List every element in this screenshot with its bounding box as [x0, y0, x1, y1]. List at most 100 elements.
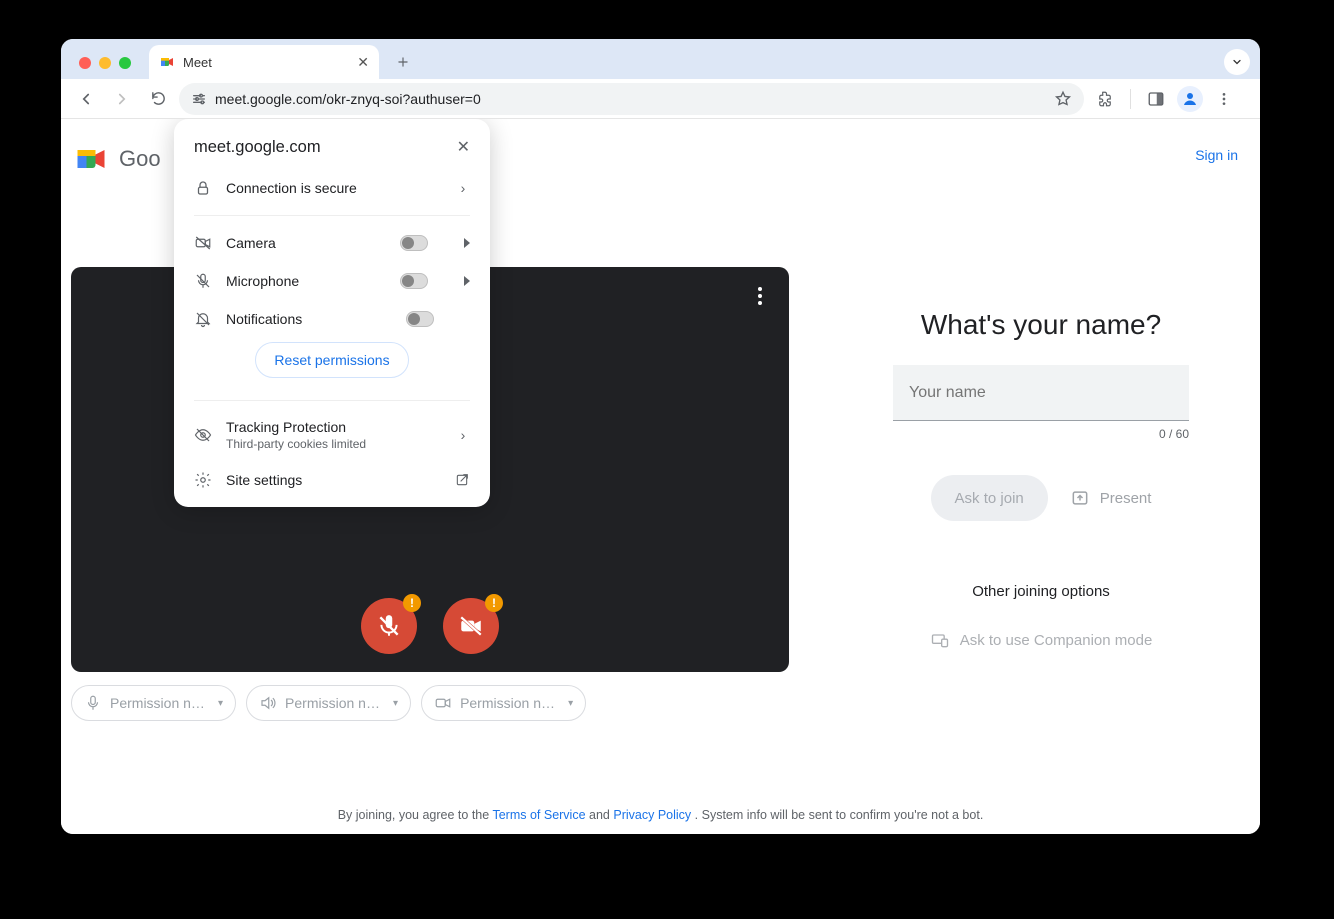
warning-badge-icon: !: [403, 594, 421, 612]
privacy-link[interactable]: Privacy Policy: [613, 808, 691, 822]
video-more-button[interactable]: [745, 281, 775, 311]
camera-label: Camera: [226, 235, 386, 251]
join-panel: What's your name? 0 / 60 Ask to join Pre…: [846, 309, 1236, 650]
chevron-down-icon: ▾: [218, 698, 223, 709]
connection-secure-row[interactable]: Connection is secure ›: [174, 169, 490, 207]
join-buttons: Ask to join Present: [931, 475, 1152, 521]
close-window-button[interactable]: [79, 57, 91, 69]
chip-label: Permission ne…: [110, 695, 210, 711]
permission-chips: Permission ne… ▾ Permission ne… ▾ Permis…: [71, 685, 586, 721]
chevron-down-icon: ▾: [393, 698, 398, 709]
meet-logo-icon: [73, 141, 109, 177]
site-info-icon[interactable]: [191, 91, 207, 107]
footer-text: By joining, you agree to the Terms of Se…: [61, 808, 1260, 822]
minimize-window-button[interactable]: [99, 57, 111, 69]
popover-host: meet.google.com: [194, 138, 321, 157]
chevron-right-icon: ›: [456, 427, 470, 443]
camera-off-icon: [194, 234, 212, 252]
mic-off-icon: [194, 272, 212, 290]
page-content: Goo Sign in ! ! Permission ne… ▾: [61, 119, 1260, 834]
mic-toggle-button[interactable]: !: [361, 598, 417, 654]
eye-off-icon: [194, 426, 212, 444]
name-input[interactable]: [893, 365, 1189, 421]
mic-off-icon: [376, 613, 402, 639]
bell-off-icon: [194, 310, 212, 328]
chip-label: Permission ne…: [285, 695, 385, 711]
chrome-menu-button[interactable]: [1209, 84, 1239, 114]
companion-mode-button[interactable]: Ask to use Companion mode: [930, 630, 1153, 650]
name-char-count: 0 / 60: [893, 427, 1189, 441]
mic-icon: [84, 694, 102, 712]
sign-in-link[interactable]: Sign in: [1195, 147, 1238, 163]
camera-icon: [434, 694, 452, 712]
popover-close-button[interactable]: ✕: [457, 137, 470, 157]
window-controls: [73, 57, 139, 79]
notifications-label: Notifications: [226, 311, 392, 327]
tos-link[interactable]: Terms of Service: [492, 808, 585, 822]
reload-button[interactable]: [143, 84, 173, 114]
divider: [194, 400, 470, 401]
mic-perm-row: Microphone: [174, 262, 490, 300]
ask-to-join-button[interactable]: Ask to join: [931, 475, 1048, 521]
camera-toggle[interactable]: [400, 235, 428, 251]
forward-button[interactable]: [107, 84, 137, 114]
join-title: What's your name?: [921, 309, 1161, 341]
meet-favicon-icon: [159, 54, 175, 70]
mic-permission-chip[interactable]: Permission ne… ▾: [71, 685, 236, 721]
chevron-right-icon: ›: [456, 180, 470, 196]
reset-permissions-button[interactable]: Reset permissions: [255, 342, 408, 378]
extensions-button[interactable]: [1090, 84, 1120, 114]
footer-and: and: [589, 808, 613, 822]
present-label: Present: [1100, 490, 1152, 507]
profile-button[interactable]: [1177, 86, 1203, 112]
close-tab-button[interactable]: ✕: [357, 54, 369, 71]
browser-window: Meet ✕ meet.google.com/okr-znyq-soi?auth…: [61, 39, 1260, 834]
camera-perm-row: Camera: [174, 224, 490, 262]
tracking-label: Tracking Protection: [226, 419, 442, 435]
mic-label: Microphone: [226, 273, 386, 289]
camera-off-icon: [458, 613, 484, 639]
notifications-perm-row: Notifications: [174, 300, 490, 338]
tracking-protection-row[interactable]: Tracking Protection Third-party cookies …: [174, 409, 490, 461]
lock-icon: [194, 179, 212, 197]
bookmark-star-icon[interactable]: [1054, 90, 1072, 108]
mic-toggle[interactable]: [400, 273, 428, 289]
speaker-permission-chip[interactable]: Permission ne… ▾: [246, 685, 411, 721]
expand-arrow-icon[interactable]: [464, 238, 470, 248]
notifications-toggle[interactable]: [406, 311, 434, 327]
companion-label: Ask to use Companion mode: [960, 632, 1153, 649]
site-settings-row[interactable]: Site settings: [174, 461, 490, 499]
url-text: meet.google.com/okr-znyq-soi?authuser=0: [215, 91, 1046, 107]
other-options-title: Other joining options: [972, 583, 1110, 600]
chevron-down-icon: ▾: [568, 698, 573, 709]
tab-strip: Meet ✕: [61, 39, 1260, 79]
chevron-down-icon: [1224, 49, 1250, 75]
speaker-icon: [259, 694, 277, 712]
footer-pre: By joining, you agree to the: [338, 808, 493, 822]
toolbar-divider: [1130, 89, 1131, 109]
back-button[interactable]: [71, 84, 101, 114]
meet-header: Goo: [73, 141, 161, 177]
connection-label: Connection is secure: [226, 180, 442, 196]
gear-icon: [194, 471, 212, 489]
warning-badge-icon: !: [485, 594, 503, 612]
tab-search[interactable]: [1224, 49, 1250, 75]
address-bar[interactable]: meet.google.com/okr-znyq-soi?authuser=0: [179, 83, 1084, 115]
companion-icon: [930, 630, 950, 650]
open-external-icon: [454, 472, 470, 488]
side-panel-button[interactable]: [1141, 84, 1171, 114]
divider: [194, 215, 470, 216]
new-tab-button[interactable]: [389, 48, 417, 76]
chip-label: Permission ne…: [460, 695, 560, 711]
site-settings-label: Site settings: [226, 472, 440, 488]
browser-tab[interactable]: Meet ✕: [149, 45, 379, 79]
present-icon: [1070, 488, 1090, 508]
camera-toggle-button[interactable]: !: [443, 598, 499, 654]
present-button[interactable]: Present: [1070, 488, 1152, 508]
maximize-window-button[interactable]: [119, 57, 131, 69]
tracking-sublabel: Third-party cookies limited: [226, 437, 442, 451]
browser-toolbar: meet.google.com/okr-znyq-soi?authuser=0: [61, 79, 1260, 119]
expand-arrow-icon[interactable]: [464, 276, 470, 286]
tab-title: Meet: [183, 55, 212, 70]
camera-permission-chip[interactable]: Permission ne… ▾: [421, 685, 586, 721]
